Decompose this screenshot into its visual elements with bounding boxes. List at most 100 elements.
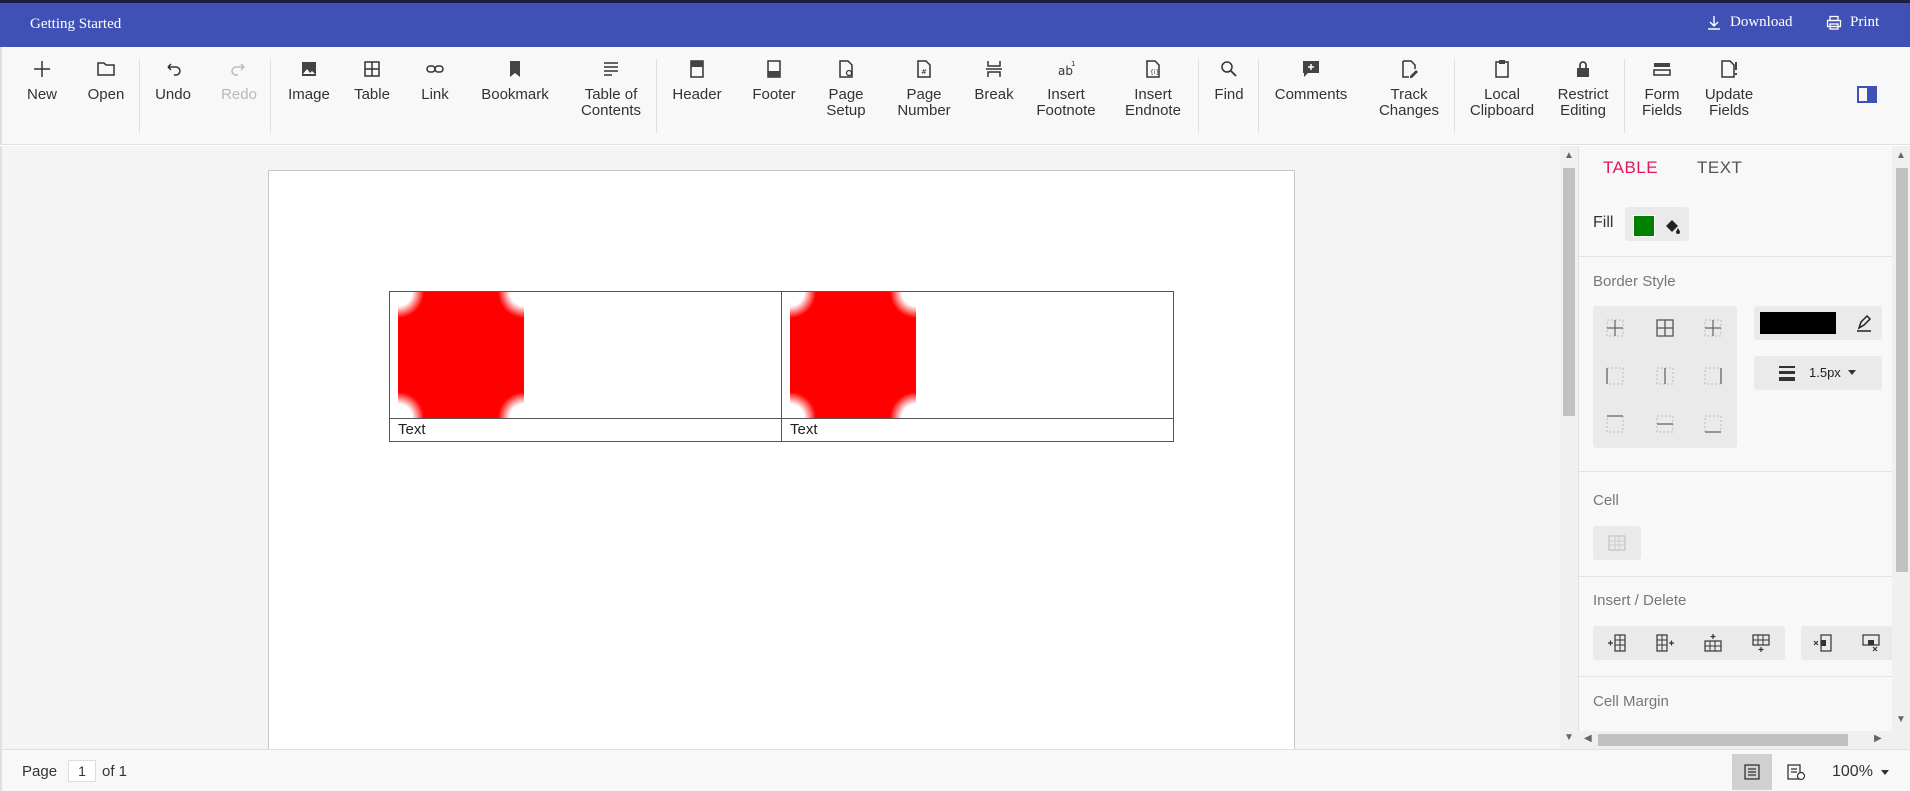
local-clipboard-label-line1: Local <box>1484 86 1520 103</box>
inside-vertical-border-icon[interactable] <box>1655 366 1675 386</box>
delete-row-icon[interactable] <box>1861 633 1881 653</box>
border-color-picker[interactable] <box>1754 306 1882 340</box>
document-table[interactable]: Text Text <box>389 291 1174 442</box>
local-clipboard-button[interactable]: Local Clipboard <box>1466 57 1538 139</box>
panel-horizontal-scrollbar[interactable]: ◀ ▶ <box>1578 731 1892 749</box>
tab-table[interactable]: TABLE <box>1603 158 1658 178</box>
table-cell[interactable] <box>389 291 782 419</box>
scroll-down-arrow-icon[interactable]: ▼ <box>1892 714 1910 725</box>
inside-horizontal-border-icon[interactable] <box>1655 414 1675 434</box>
footnote-icon: ab 1 <box>1054 57 1078 81</box>
redo-button[interactable]: Redo <box>218 57 260 139</box>
image-icon <box>297 57 321 81</box>
scroll-up-arrow-icon[interactable]: ▲ <box>1892 150 1910 161</box>
page-setup-button[interactable]: Page Setup <box>824 57 868 139</box>
insert-endnote-label-line2: Endnote <box>1125 102 1181 119</box>
insert-endnote-button[interactable]: {i} Insert Endnote <box>1124 57 1182 139</box>
insert-footnote-button[interactable]: ab 1 Insert Footnote <box>1034 57 1098 139</box>
cell-label: Cell <box>1593 492 1619 509</box>
table-button[interactable]: Table <box>350 57 394 139</box>
image-button[interactable]: Image <box>286 57 332 139</box>
table-cell-text[interactable]: Text <box>781 418 1174 442</box>
bookmark-label: Bookmark <box>481 86 549 103</box>
right-border-icon[interactable] <box>1703 366 1723 386</box>
insert-row-below-icon[interactable] <box>1751 633 1771 653</box>
footer-button[interactable]: Footer <box>750 57 798 139</box>
document-viewer[interactable]: Text Text <box>0 146 1560 749</box>
header-label: Header <box>672 86 722 103</box>
scrollbar-thumb[interactable] <box>1896 168 1908 572</box>
link-button[interactable]: Link <box>418 57 452 139</box>
break-button[interactable]: Break <box>972 57 1016 139</box>
scrollbar-thumb[interactable] <box>1598 734 1848 746</box>
inside-borders-icon[interactable] <box>1605 318 1625 338</box>
title-bar: Getting Started Download Print <box>0 0 1910 47</box>
open-label: Open <box>87 86 125 103</box>
all-borders-icon[interactable] <box>1655 318 1675 338</box>
panel-vertical-scrollbar[interactable]: ▲ ▼ <box>1892 146 1910 749</box>
document-vertical-scrollbar[interactable]: ▲ ▼ <box>1560 146 1578 749</box>
download-label: Download <box>1730 14 1793 30</box>
zoom-value: 100% <box>1832 763 1873 780</box>
table-cell-text[interactable]: Text <box>389 418 782 442</box>
table-of-contents-button[interactable]: Table of Contents <box>574 57 648 139</box>
document-page[interactable]: Text Text <box>268 170 1295 749</box>
divider <box>1579 576 1892 577</box>
left-border-icon[interactable] <box>1605 366 1625 386</box>
scrollbar-thumb[interactable] <box>1563 168 1575 416</box>
insert-column-left-icon[interactable] <box>1607 633 1627 653</box>
red-cross-image[interactable] <box>790 292 916 418</box>
page-number-button[interactable]: # Page Number <box>896 57 952 139</box>
download-button[interactable]: Download <box>1706 14 1793 31</box>
scroll-down-arrow-icon[interactable]: ▼ <box>1560 732 1578 743</box>
restrict-editing-button[interactable]: Restrict Editing <box>1550 57 1616 139</box>
local-clipboard-label-line2: Clipboard <box>1469 102 1535 119</box>
bookmark-button[interactable]: Bookmark <box>476 57 554 139</box>
web-layout-button[interactable] <box>1776 754 1816 790</box>
delete-group <box>1801 626 1892 660</box>
app-title: Getting Started <box>30 16 122 32</box>
web-layout-icon <box>1787 764 1806 781</box>
toolbar-separator <box>1454 59 1455 133</box>
search-icon <box>1217 57 1241 81</box>
page-setup-label-line1: Page <box>828 86 864 103</box>
delete-column-icon[interactable] <box>1813 633 1833 653</box>
bottom-border-icon[interactable] <box>1703 414 1723 434</box>
border-color-swatch[interactable] <box>1760 312 1836 334</box>
page-number-input[interactable]: 1 <box>68 760 96 782</box>
fill-color-picker[interactable] <box>1625 207 1689 241</box>
print-button[interactable]: Print <box>1826 14 1879 31</box>
comments-button[interactable]: Comments <box>1272 57 1350 139</box>
border-width-dropdown[interactable]: 1.5px <box>1754 356 1882 390</box>
table-cell[interactable] <box>781 291 1174 419</box>
undo-button[interactable]: Undo <box>152 57 194 139</box>
insert-column-right-icon[interactable] <box>1655 633 1675 653</box>
top-border-icon[interactable] <box>1605 414 1625 434</box>
open-button[interactable]: Open <box>86 57 126 139</box>
tab-text[interactable]: TEXT <box>1697 158 1742 178</box>
scroll-left-arrow-icon[interactable]: ◀ <box>1584 733 1592 744</box>
inside-horizontal-vertical-icon[interactable] <box>1703 318 1723 338</box>
redo-label: Redo <box>221 86 257 103</box>
pen-icon <box>1857 314 1872 332</box>
print-layout-button[interactable] <box>1732 754 1772 790</box>
merge-cells-button[interactable] <box>1593 526 1641 560</box>
folder-icon <box>94 57 118 81</box>
find-button[interactable]: Find <box>1212 57 1246 139</box>
zoom-dropdown[interactable]: 100% <box>1832 763 1889 781</box>
page-label: Page <box>22 763 58 780</box>
red-cross-image[interactable] <box>398 292 524 418</box>
header-button[interactable]: Header <box>670 57 724 139</box>
lock-icon <box>1571 57 1595 81</box>
fill-color-swatch[interactable] <box>1633 215 1655 237</box>
scroll-up-arrow-icon[interactable]: ▲ <box>1560 150 1578 161</box>
update-fields-button[interactable]: Update Fields <box>1702 57 1756 139</box>
form-fields-button[interactable]: Form Fields <box>1638 57 1686 139</box>
insert-row-above-icon[interactable] <box>1703 633 1723 653</box>
track-changes-button[interactable]: Track Changes <box>1374 57 1444 139</box>
plus-icon <box>30 57 54 81</box>
scroll-right-arrow-icon[interactable]: ▶ <box>1874 733 1882 744</box>
new-button[interactable]: New <box>24 57 60 139</box>
new-label: New <box>26 86 57 103</box>
track-changes-label-line2: Changes <box>1378 102 1440 119</box>
